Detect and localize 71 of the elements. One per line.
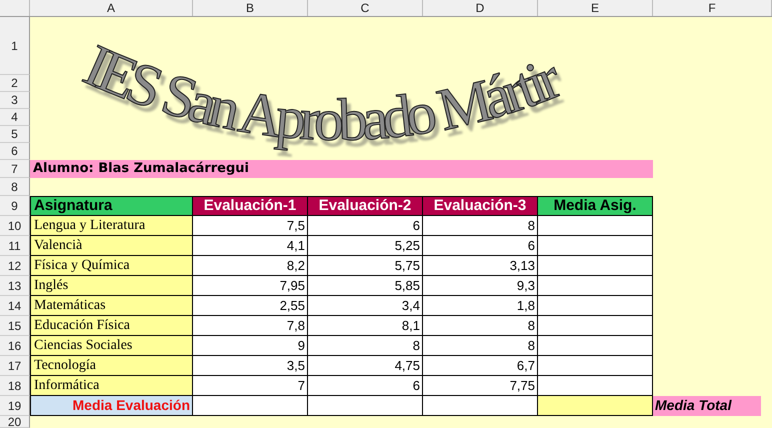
row-header[interactable]: 9 bbox=[0, 196, 30, 216]
column-header[interactable]: A bbox=[30, 0, 193, 16]
subject-cell: Matemáticas bbox=[30, 296, 193, 316]
subject-cell: Ciencias Sociales bbox=[30, 336, 193, 356]
grade-cell: 8 bbox=[308, 336, 423, 356]
grade-cell: 3,13 bbox=[423, 256, 538, 276]
subject-cell: Lengua y Literatura bbox=[30, 216, 193, 236]
grade-cell: 6 bbox=[308, 216, 423, 236]
subject-cell: Informática bbox=[30, 376, 193, 396]
row-header[interactable]: 10 bbox=[0, 216, 30, 236]
grade-cell: 8 bbox=[423, 336, 538, 356]
grade-cell: 6 bbox=[423, 236, 538, 256]
row-header[interactable]: 8 bbox=[0, 178, 30, 196]
grade-cell: 8 bbox=[423, 216, 538, 236]
grade-cell: 7,8 bbox=[193, 316, 308, 336]
row-header[interactable]: 14 bbox=[0, 296, 30, 316]
row-header[interactable]: 19 bbox=[0, 396, 30, 416]
row-header[interactable]: 12 bbox=[0, 256, 30, 276]
grade-cell: 2,55 bbox=[193, 296, 308, 316]
evaluation-average-label: Media Evaluación bbox=[30, 396, 193, 416]
total-average-label: Media Total bbox=[653, 396, 761, 416]
row-header[interactable]: 7 bbox=[0, 160, 30, 178]
row-header[interactable]: 4 bbox=[0, 109, 30, 126]
grade-cell: 5,75 bbox=[308, 256, 423, 276]
row-header[interactable]: 2 bbox=[0, 75, 30, 92]
column-header[interactable]: F bbox=[653, 0, 772, 16]
grade-cell: 1,8 bbox=[423, 296, 538, 316]
row-header[interactable]: 6 bbox=[0, 143, 30, 160]
wordart-title: IES San Aprobado Mártir bbox=[74, 32, 570, 154]
row-header[interactable]: 17 bbox=[0, 356, 30, 376]
grade-cell: 8,2 bbox=[193, 256, 308, 276]
column-title-cell: Evaluación-1 bbox=[193, 196, 308, 216]
row-header[interactable]: 11 bbox=[0, 236, 30, 256]
subject-cell: Inglés bbox=[30, 276, 193, 296]
grade-cell: 3,5 bbox=[193, 356, 308, 376]
column-header[interactable]: E bbox=[538, 0, 653, 16]
grade-cell: 7,75 bbox=[423, 376, 538, 396]
column-title-cell: Asignatura bbox=[30, 196, 193, 216]
subject-cell: Tecnología bbox=[30, 356, 193, 376]
grade-cell: 5,25 bbox=[308, 236, 423, 256]
column-header[interactable]: C bbox=[308, 0, 423, 16]
column-header[interactable]: D bbox=[423, 0, 538, 16]
grade-cell: 6 bbox=[308, 376, 423, 396]
grade-cell: 8,1 bbox=[308, 316, 423, 336]
grade-cell: 5,85 bbox=[308, 276, 423, 296]
subject-cell: Física y Química bbox=[30, 256, 193, 276]
row-header[interactable]: 1 bbox=[0, 17, 30, 75]
grade-cell: 9,3 bbox=[423, 276, 538, 296]
subject-cell: Valencià bbox=[30, 236, 193, 256]
row-header[interactable]: 18 bbox=[0, 376, 30, 396]
subject-cell: Educación Física bbox=[30, 316, 193, 336]
grade-cell: 8 bbox=[423, 316, 538, 336]
grade-cell: 9 bbox=[193, 336, 308, 356]
grade-cell: 3,4 bbox=[308, 296, 423, 316]
grade-cell: 7,95 bbox=[193, 276, 308, 296]
grade-cell: 4,75 bbox=[308, 356, 423, 376]
grade-cell: 7,5 bbox=[193, 216, 308, 236]
grade-cell: 7 bbox=[193, 376, 308, 396]
column-title-cell: Evaluación-2 bbox=[308, 196, 423, 216]
student-name-cell: Alumno: Blas Zumalacárregui bbox=[30, 160, 653, 178]
row-header[interactable]: 20 bbox=[0, 416, 30, 428]
row-header[interactable]: 5 bbox=[0, 126, 30, 143]
row-header[interactable]: 16 bbox=[0, 336, 30, 356]
row-header[interactable]: 13 bbox=[0, 276, 30, 296]
grade-cell: 4,1 bbox=[193, 236, 308, 256]
column-title-cell: Evaluación-3 bbox=[423, 196, 538, 216]
row-header[interactable]: 3 bbox=[0, 92, 30, 109]
column-title-cell: Media Asig. bbox=[538, 196, 653, 216]
column-header[interactable]: B bbox=[193, 0, 308, 16]
grade-cell: 6,7 bbox=[423, 356, 538, 376]
row-header[interactable]: 15 bbox=[0, 316, 30, 336]
